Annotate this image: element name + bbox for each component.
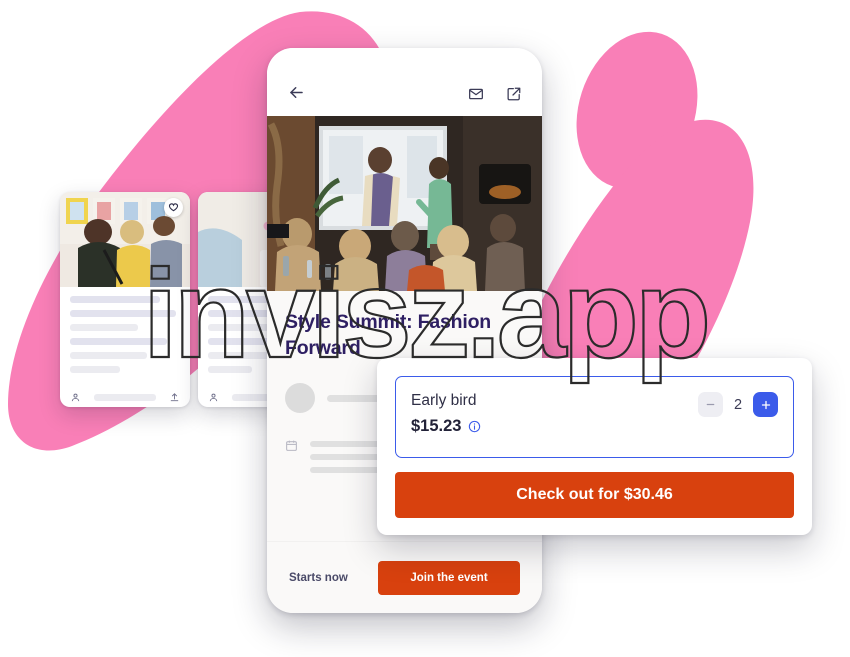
join-event-button[interactable]: Join the event [378, 560, 520, 595]
quantity-stepper: 2 [698, 392, 778, 417]
card-skeleton-body [60, 287, 190, 388]
favorite-button[interactable] [164, 198, 183, 217]
event-hero-image [267, 116, 542, 291]
external-link-icon[interactable] [506, 86, 522, 102]
info-circle-icon[interactable] [468, 420, 481, 433]
phone-top-bar [267, 48, 542, 116]
envelope-icon[interactable] [468, 86, 484, 102]
skeleton-line [70, 310, 176, 317]
ticket-price: $15.23 [411, 417, 462, 435]
skeleton-line [94, 394, 156, 401]
person-icon [208, 392, 219, 403]
card-footer [60, 388, 190, 407]
decrease-quantity-button[interactable] [698, 392, 723, 417]
avatar [285, 383, 315, 413]
ticket-info: Early bird $15.23 [411, 390, 481, 436]
hero-photo [267, 116, 542, 291]
increase-quantity-button[interactable] [753, 392, 778, 417]
status-badge: Starts now [289, 571, 348, 584]
card-photo [60, 192, 190, 287]
arrow-left-icon[interactable] [287, 83, 306, 102]
skeleton-line [208, 366, 252, 373]
checkout-button[interactable]: Check out for $30.46 [395, 472, 794, 518]
promo-composition: Style Summit: Fashion Forward Starts now… [0, 0, 850, 657]
quantity-value: 2 [733, 396, 743, 413]
skeleton-line [70, 352, 147, 359]
calendar-icon [285, 439, 298, 452]
ticket-name: Early bird [411, 392, 477, 409]
upload-icon[interactable] [169, 392, 180, 403]
ticket-price-row: $15.23 [411, 417, 481, 436]
list-item[interactable] [60, 192, 190, 407]
skeleton-line [208, 324, 272, 331]
skeleton-line [70, 338, 167, 345]
skeleton-line [70, 324, 139, 331]
checkout-card: Early bird $15.23 2 Check out for $30.46 [377, 358, 812, 535]
person-icon [70, 392, 81, 403]
page-title: Style Summit: Fashion Forward [285, 311, 491, 359]
phone-bottom-bar: Starts now Join the event [267, 541, 542, 613]
skeleton-line [70, 366, 120, 373]
ticket-option-early-bird[interactable]: Early bird $15.23 2 [395, 376, 794, 458]
skeleton-line [70, 296, 161, 303]
phone-top-actions [468, 86, 522, 102]
heart-icon [168, 203, 179, 212]
